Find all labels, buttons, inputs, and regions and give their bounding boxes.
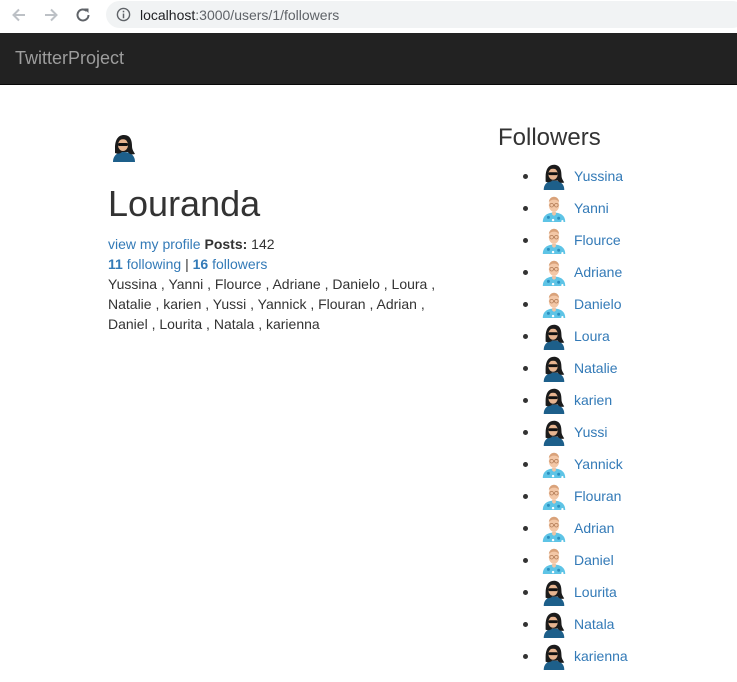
man-avatar-icon	[542, 196, 566, 222]
follower-link[interactable]: karienna	[574, 648, 628, 664]
follower-link[interactable]: Loura	[574, 328, 610, 344]
profile-name: Louranda	[108, 183, 261, 224]
following-count: 11	[108, 256, 123, 272]
posts-label: Posts:	[204, 236, 248, 252]
list-bullet	[523, 334, 528, 339]
profile-meta: view my profile Posts: 142 11 following …	[108, 234, 468, 334]
woman-avatar-icon	[543, 612, 565, 638]
follower-link[interactable]: Flouran	[574, 488, 621, 504]
follower-link[interactable]: Yussi	[574, 424, 607, 440]
follower-link[interactable]: Adrian	[574, 520, 614, 536]
view-profile-link[interactable]: view my profile	[108, 236, 201, 252]
list-bullet	[523, 206, 528, 211]
list-bullet	[523, 398, 528, 403]
man-avatar-icon	[542, 228, 566, 254]
man-avatar-icon	[542, 260, 566, 286]
woman-avatar-icon	[543, 324, 565, 350]
forward-arrow-icon[interactable]	[40, 4, 62, 26]
man-avatar-icon	[542, 452, 566, 478]
info-icon[interactable]	[116, 7, 131, 22]
list-bullet	[523, 270, 528, 275]
reload-icon[interactable]	[72, 4, 94, 26]
url-host: localhost	[140, 7, 196, 23]
list-bullet	[523, 430, 528, 435]
woman-avatar-icon	[543, 356, 565, 382]
list-bullet	[523, 590, 528, 595]
followers-inline-list: Yussina , Yanni , Flource , Adriane , Da…	[108, 274, 448, 334]
list-bullet	[523, 526, 528, 531]
app-navbar: TwitterProject	[0, 33, 737, 85]
url-path: :3000/users/1/followers	[195, 7, 340, 23]
woman-avatar-icon	[543, 644, 565, 670]
list-bullet	[523, 366, 528, 371]
list-bullet	[523, 494, 528, 499]
woman-avatar-icon	[543, 420, 565, 446]
man-avatar-icon	[542, 516, 566, 542]
followers-label: followers	[212, 256, 268, 272]
woman-avatar-icon	[113, 135, 135, 162]
list-bullet	[523, 558, 528, 563]
back-arrow-icon[interactable]	[8, 4, 30, 26]
follower-link[interactable]: Flource	[574, 232, 621, 248]
follower-link[interactable]: Natala	[574, 616, 614, 632]
stats-line: 11 following | 16 followers	[108, 254, 468, 274]
man-avatar-icon	[542, 484, 566, 510]
profile-line: view my profile Posts: 142	[108, 234, 468, 254]
followers-link[interactable]: 16 followers	[193, 256, 268, 272]
follower-link[interactable]: Yussina	[574, 168, 623, 184]
posts-count: 142	[251, 236, 275, 252]
follower-link[interactable]: Natalie	[574, 360, 618, 376]
woman-avatar-icon	[543, 388, 565, 414]
follower-link[interactable]: karien	[574, 392, 612, 408]
follower-link[interactable]: Lourita	[574, 584, 617, 600]
list-bullet	[523, 174, 528, 179]
list-bullet	[523, 302, 528, 307]
man-avatar-icon	[542, 548, 566, 574]
followers-inline-line: Yussina , Yanni , Flource , Adriane , Da…	[108, 276, 436, 292]
browser-toolbar: localhost:3000/users/1/followers	[0, 0, 737, 32]
following-label: following	[126, 256, 182, 272]
follower-link[interactable]: Yanni	[574, 200, 609, 216]
url-text: localhost:3000/users/1/followers	[140, 7, 339, 23]
followers-inline-line: Natalie , karien , Yussi , Yannick , Flo…	[108, 296, 425, 312]
following-link[interactable]: 11 following	[108, 256, 181, 272]
followers-heading: Followers	[498, 124, 601, 151]
follower-link[interactable]: Danielo	[574, 296, 621, 312]
followers-count: 16	[192, 256, 209, 272]
follower-link[interactable]: Yannick	[574, 456, 623, 472]
woman-avatar-icon	[543, 580, 565, 606]
list-bullet	[523, 462, 528, 467]
followers-inline-line: Daniel , Lourita , Natala , karienna	[108, 316, 320, 332]
woman-avatar-icon	[543, 164, 565, 190]
follower-link[interactable]: Daniel	[574, 552, 614, 568]
stats-separator: |	[185, 256, 189, 272]
list-bullet	[523, 622, 528, 627]
list-bullet	[523, 654, 528, 659]
list-bullet	[523, 238, 528, 243]
brand-link[interactable]: TwitterProject	[15, 48, 124, 68]
follower-link[interactable]: Adriane	[574, 264, 622, 280]
address-bar[interactable]: localhost:3000/users/1/followers	[106, 1, 737, 28]
man-avatar-icon	[542, 292, 566, 318]
